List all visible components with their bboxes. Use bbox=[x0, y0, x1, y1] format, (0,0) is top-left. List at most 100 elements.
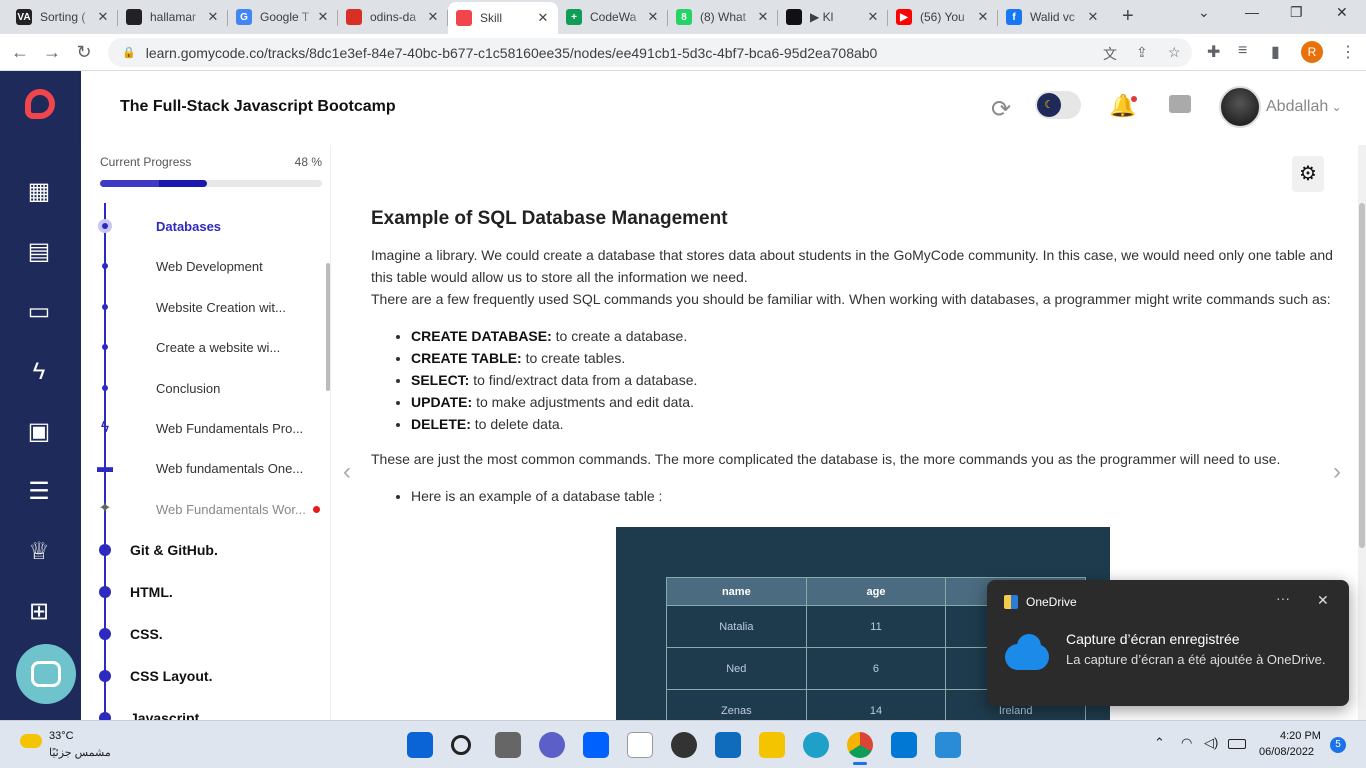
user-avatar[interactable] bbox=[1219, 86, 1261, 128]
sidebar-lesson-item[interactable]: Conclusion bbox=[81, 369, 330, 409]
weather-description[interactable]: مشمس جزئيًا bbox=[49, 746, 111, 759]
restore-button[interactable]: ❐ bbox=[1290, 4, 1303, 21]
battery-icon[interactable] bbox=[1228, 739, 1246, 749]
browser-tab[interactable]: G Google T ✕ bbox=[228, 2, 338, 32]
tab-close-icon[interactable]: ✕ bbox=[536, 10, 550, 26]
browser-tab[interactable]: f Walid vc ✕ bbox=[998, 2, 1108, 32]
dashboard-icon[interactable]: ▦ bbox=[24, 177, 54, 207]
messages-icon[interactable] bbox=[1169, 95, 1191, 113]
sidebar-lesson-item[interactable]: Website Creation wit... bbox=[81, 288, 330, 328]
bookmark-star-icon[interactable]: ☆ bbox=[1168, 44, 1181, 61]
user-menu[interactable]: Abdallah ⌄ bbox=[1266, 98, 1342, 116]
close-icon[interactable]: ✕ bbox=[1317, 592, 1329, 609]
search-icon[interactable] bbox=[451, 735, 471, 755]
clock-date[interactable]: 06/08/2022 bbox=[1259, 746, 1314, 758]
forward-button[interactable]: → bbox=[36, 42, 68, 63]
amazon-icon[interactable] bbox=[627, 732, 653, 758]
username: Abdallah bbox=[1266, 98, 1329, 115]
notification-count-badge[interactable]: 5 bbox=[1330, 737, 1346, 753]
dark-mode-toggle[interactable]: ☾ bbox=[1035, 91, 1081, 119]
vscode-icon[interactable] bbox=[891, 732, 917, 758]
edge-icon[interactable] bbox=[803, 732, 829, 758]
chat-icon[interactable]: ▣ bbox=[24, 417, 54, 447]
dropbox-icon[interactable] bbox=[583, 732, 609, 758]
sidebar-lesson-item[interactable]: Web Development bbox=[81, 247, 330, 287]
teams-chat-icon[interactable] bbox=[539, 732, 565, 758]
trophy-icon[interactable]: ♕ bbox=[24, 537, 54, 567]
hierarchy-icon[interactable]: ⊞ bbox=[24, 597, 54, 627]
sidebar-module-item[interactable]: Javascript bbox=[81, 698, 330, 720]
sidebar-lesson-item[interactable]: ▬ Web fundamentals One... bbox=[81, 449, 330, 489]
reload-button[interactable]: ↻ bbox=[68, 42, 100, 63]
settings-gear-button[interactable]: ⚙ bbox=[1292, 156, 1324, 192]
tab-close-icon[interactable]: ✕ bbox=[96, 9, 110, 25]
translate-icon[interactable]: 文 bbox=[1103, 44, 1117, 64]
browser-tab[interactable]: hallamar ✕ bbox=[118, 2, 228, 32]
close-window-button[interactable]: ✕ bbox=[1336, 4, 1348, 21]
tab-close-icon[interactable]: ✕ bbox=[756, 9, 770, 25]
sync-icon[interactable]: ⟳ bbox=[991, 95, 1011, 124]
sidebar-module-item[interactable]: CSS Layout. bbox=[81, 656, 330, 696]
chrome-icon[interactable] bbox=[847, 732, 873, 758]
media-control-icon[interactable]: ≡ bbox=[1238, 42, 1247, 60]
support-chat-button[interactable] bbox=[16, 644, 76, 704]
minimize-button[interactable]: — bbox=[1245, 4, 1259, 20]
lesson-type-icon: ϟ bbox=[100, 419, 110, 436]
task-view-icon[interactable] bbox=[495, 732, 521, 758]
tab-search-icon[interactable]: ⌄ bbox=[1198, 4, 1210, 21]
sidebar-item-label: Databases bbox=[156, 219, 222, 234]
wifi-icon[interactable]: ◠ bbox=[1181, 735, 1192, 751]
browser-tab[interactable]: Skill ✕ bbox=[448, 2, 558, 34]
extensions-icon[interactable]: ✚ bbox=[1207, 42, 1220, 62]
chevron-up-icon[interactable]: ⌃ bbox=[1154, 735, 1165, 751]
browser-tab[interactable]: 8 (8) What ✕ bbox=[668, 2, 778, 32]
start-icon[interactable] bbox=[407, 732, 433, 758]
clock-time[interactable]: 4:20 PM bbox=[1280, 730, 1321, 742]
lock-icon[interactable]: 🔒 bbox=[122, 46, 136, 59]
calendar-icon[interactable]: ▤ bbox=[24, 237, 54, 267]
sidebar-lesson-item[interactable]: Databases bbox=[81, 207, 330, 247]
sidebar-lesson-item[interactable]: ϟ Web Fundamentals Pro... bbox=[81, 409, 330, 449]
sidebar-lesson-item[interactable]: Create a website wi... bbox=[81, 328, 330, 368]
photos-icon[interactable] bbox=[935, 732, 961, 758]
side-panel-icon[interactable]: ▮ bbox=[1271, 42, 1280, 62]
onedrive-notification[interactable]: OneDrive ··· ✕ Capture d’écran enregistr… bbox=[987, 580, 1349, 706]
share-icon[interactable]: ⇪ bbox=[1136, 44, 1148, 61]
chrome-menu-icon[interactable]: ⋮ bbox=[1340, 42, 1356, 62]
tab-close-icon[interactable]: ✕ bbox=[976, 9, 990, 25]
tab-close-icon[interactable]: ✕ bbox=[206, 9, 220, 25]
sidebar-lesson-item[interactable]: ✦ Web Fundamentals Wor... bbox=[81, 490, 330, 530]
document-icon[interactable]: ☰ bbox=[24, 477, 54, 507]
sidebar-module-item[interactable]: Git & GitHub. bbox=[81, 530, 330, 570]
file-explorer-icon[interactable] bbox=[759, 732, 785, 758]
weather-icon[interactable] bbox=[20, 734, 42, 748]
back-button[interactable]: ← bbox=[4, 42, 36, 63]
app-icon[interactable] bbox=[671, 732, 697, 758]
tab-close-icon[interactable]: ✕ bbox=[1086, 9, 1100, 25]
weather-temperature[interactable]: 33°C bbox=[49, 730, 74, 742]
lightning-icon[interactable]: ϟ bbox=[24, 357, 54, 387]
tab-close-icon[interactable]: ✕ bbox=[646, 9, 660, 25]
browser-tab[interactable]: ▶ (56) You ✕ bbox=[888, 2, 998, 32]
browser-tab[interactable]: VA Sorting (✕ bbox=[8, 2, 118, 32]
tab-close-icon[interactable]: ✕ bbox=[426, 9, 440, 25]
sidebar-module-item[interactable]: HTML. bbox=[81, 572, 330, 612]
browser-tab[interactable]: odins-da ✕ bbox=[338, 2, 448, 32]
gomycode-logo[interactable] bbox=[25, 89, 55, 119]
content-scrollbar[interactable] bbox=[1358, 145, 1366, 720]
address-bar[interactable]: 🔒 learn.gomycode.co/tracks/8dc1e3ef-84e7… bbox=[108, 38, 1192, 67]
tab-close-icon[interactable]: ✕ bbox=[866, 9, 880, 25]
sidebar-module-item[interactable]: CSS. bbox=[81, 614, 330, 654]
profile-avatar[interactable]: R bbox=[1301, 41, 1323, 63]
more-options-icon[interactable]: ··· bbox=[1276, 590, 1290, 606]
volume-icon[interactable]: ◁) bbox=[1204, 735, 1218, 751]
tab-close-icon[interactable]: ✕ bbox=[316, 9, 330, 25]
next-arrow-icon[interactable]: › bbox=[1333, 458, 1341, 486]
mail-icon[interactable] bbox=[715, 732, 741, 758]
scrollbar-thumb[interactable] bbox=[1359, 203, 1365, 548]
previous-arrow-icon[interactable]: ‹ bbox=[343, 458, 351, 486]
new-tab-button[interactable]: + bbox=[1122, 5, 1134, 28]
laptop-icon[interactable]: ▭ bbox=[24, 297, 54, 327]
browser-tab[interactable]: ▶ Kl ✕ bbox=[778, 2, 888, 32]
browser-tab[interactable]: + CodeWa ✕ bbox=[558, 2, 668, 32]
